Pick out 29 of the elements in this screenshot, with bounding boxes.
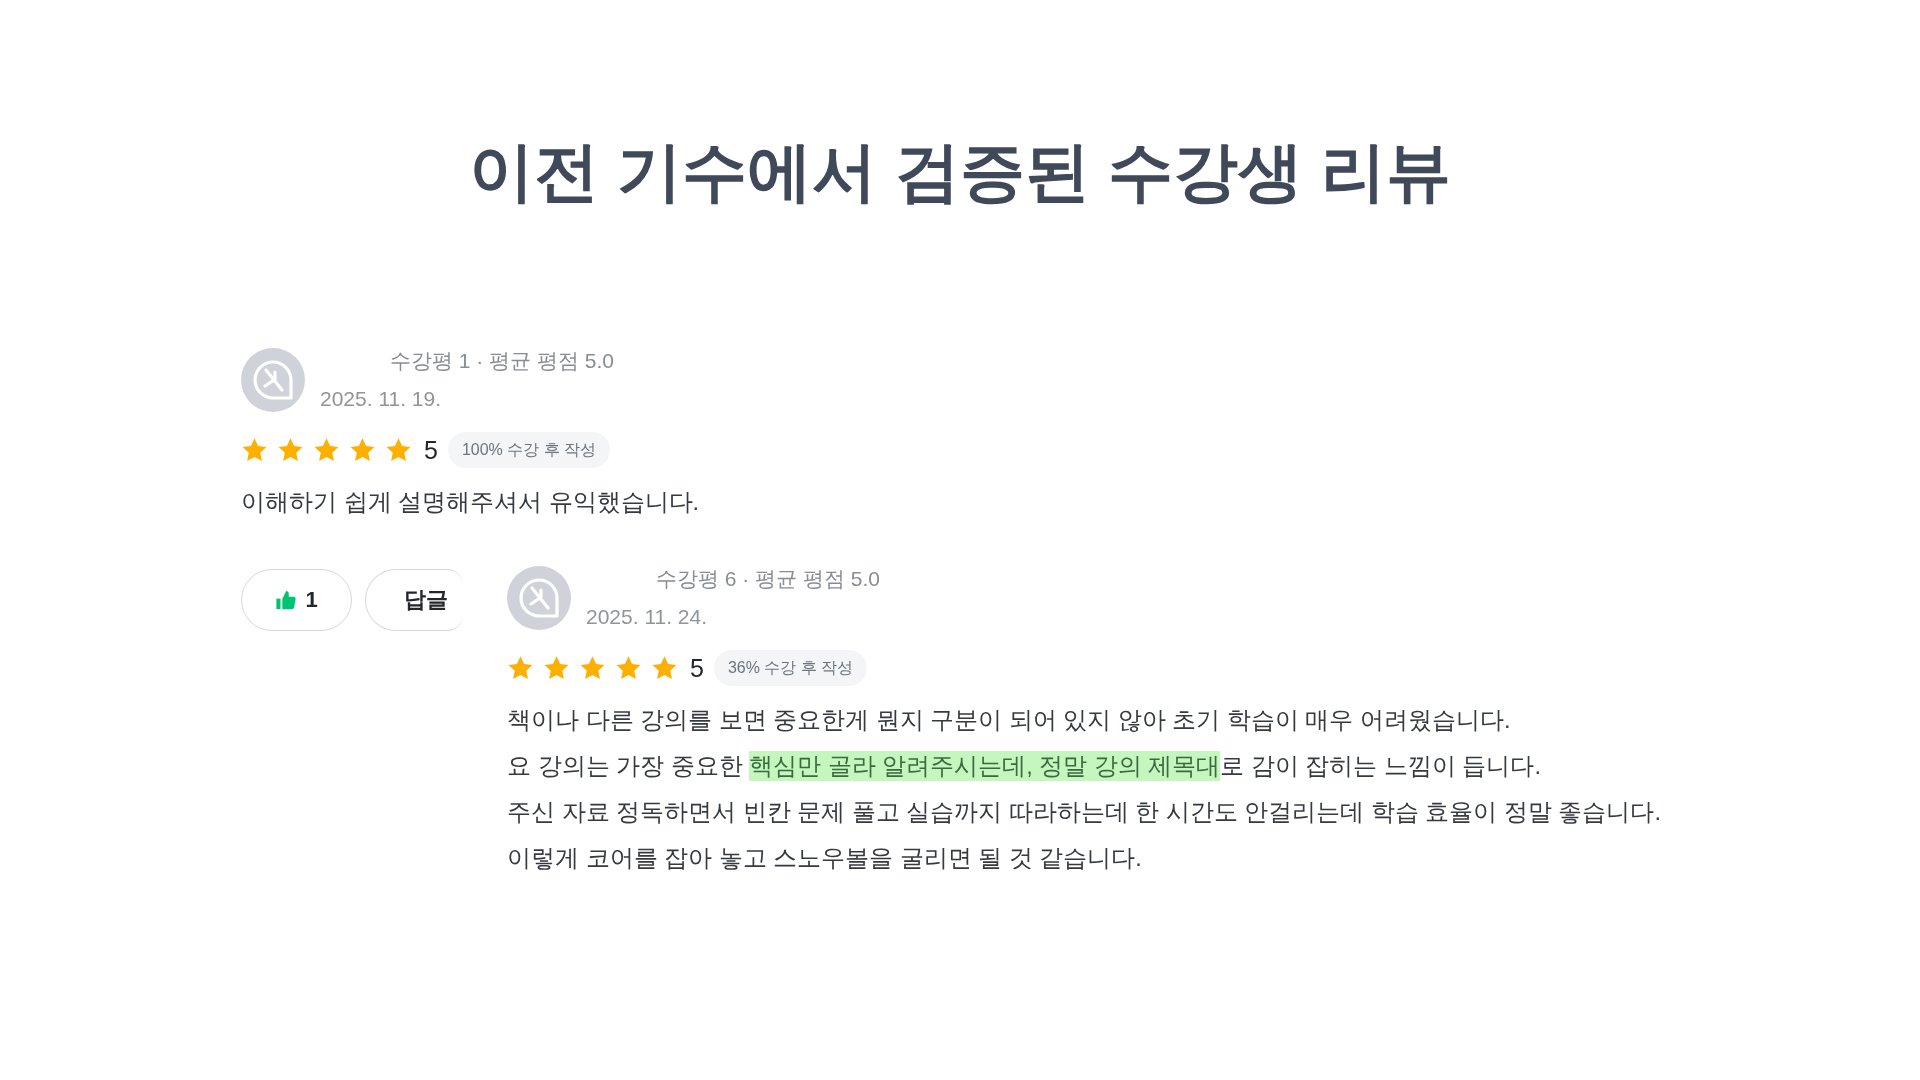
like-button[interactable]: 1 xyxy=(241,569,352,631)
star-icon xyxy=(651,654,678,682)
reply-button[interactable]: 답글 xyxy=(365,569,463,631)
review-date: 2025. 11. 19. xyxy=(320,386,442,412)
thumbs-up-icon xyxy=(275,589,298,611)
star-icon xyxy=(615,654,642,682)
rating-value: 5 xyxy=(690,653,704,684)
review-meta: 수강평 6 · 평균 평점 5.0 xyxy=(656,566,881,592)
progress-badge: 100% 수강 후 작성 xyxy=(447,432,611,468)
star-icon xyxy=(241,436,268,464)
star-icon xyxy=(385,436,412,464)
star-icon xyxy=(313,436,340,464)
progress-badge: 36% 수강 후 작성 xyxy=(713,650,868,686)
avatar-icon xyxy=(241,348,305,412)
review-text: 이렇게 코어를 잡아 놓고 스노우볼을 굴리면 될 것 같습니다. xyxy=(507,844,1142,873)
page-title: 이전 기수에서 검증된 수강생 리뷰 xyxy=(468,134,1452,210)
star-icon xyxy=(543,654,570,682)
review-date: 2025. 11. 24. xyxy=(586,604,708,630)
star-icon xyxy=(507,654,534,682)
review-text: 주신 자료 정독하면서 빈칸 문제 풀고 실습까지 따라하는데 한 시간도 안걸리는데 학습 효율이 정말 좋습니다. xyxy=(507,798,1661,827)
review-text: 이해하기 쉽게 설명해주셔서 유익했습니다. xyxy=(241,488,700,517)
review-text: 요 강의는 가장 중요한 핵심만 골라 알려주시는데, 정말 강의 제목대로 감이 잡히는 느낌이 듭니다. xyxy=(507,750,1541,783)
star-icon xyxy=(579,654,606,682)
avatar-icon xyxy=(507,566,571,630)
rating-value: 5 xyxy=(424,435,438,466)
review-meta: 수강평 1 · 평균 평점 5.0 xyxy=(390,348,615,374)
review-text: 책이나 다른 강의를 보면 중요한게 뭔지 구분이 되어 있지 않아 초기 학습이 매우 어려웠습니다. xyxy=(507,706,1511,735)
star-icon xyxy=(349,436,376,464)
star-icon xyxy=(277,436,304,464)
